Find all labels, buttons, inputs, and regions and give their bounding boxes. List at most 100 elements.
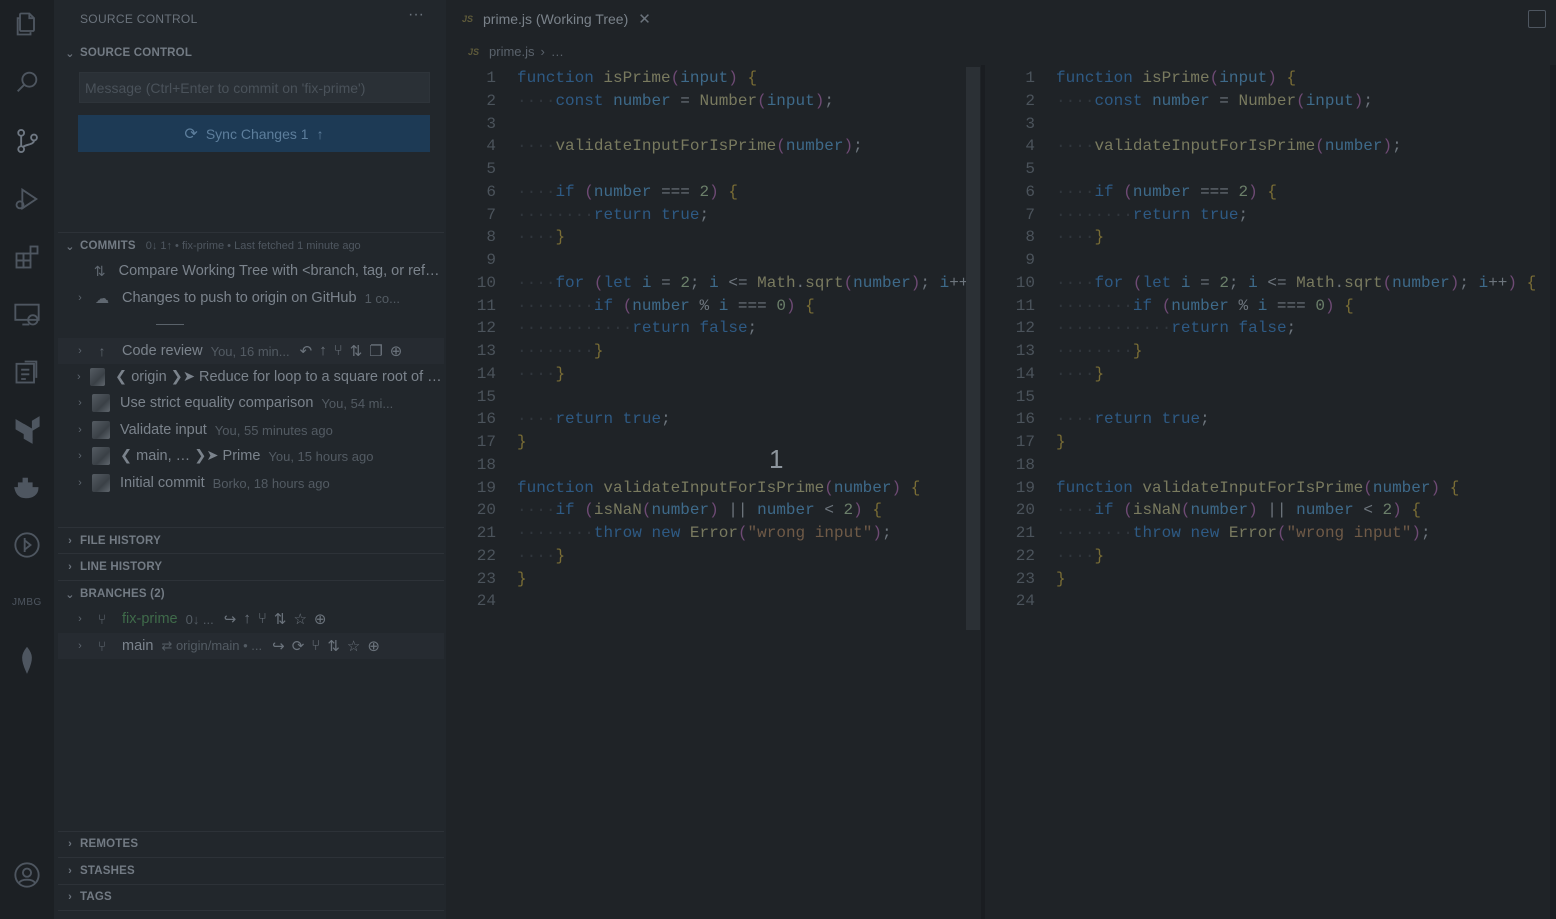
chevron-down-icon: ⌄: [65, 47, 75, 60]
accounts-icon[interactable]: [13, 861, 41, 889]
copy-icon[interactable]: ❐: [369, 342, 382, 360]
source-control-section-header[interactable]: ⌄ SOURCE CONTROL: [62, 42, 192, 64]
code-line: 2 ····const number = Number(input);: [985, 90, 1556, 113]
sync-changes-button[interactable]: ⟳ Sync Changes 1 ↑: [78, 115, 430, 152]
commits-section-header[interactable]: ⌄ COMMITS 0↓ 1↑ • fix-prime • Last fetch…: [62, 235, 360, 257]
row-label: Initial commit: [120, 475, 205, 491]
undo-icon[interactable]: ↶: [300, 342, 313, 360]
commit-row[interactable]: › ❮ origin ❯➤ Reduce for loop to a squar…: [58, 364, 444, 390]
commit-row[interactable]: › Initial commit Borko, 18 hours ago: [58, 470, 444, 496]
globe-icon[interactable]: ⊕: [314, 610, 327, 628]
line-number: 16: [1015, 410, 1035, 429]
line-number: 22: [476, 546, 496, 565]
code-line: 18: [446, 454, 981, 477]
compare-icon[interactable]: ⇅: [274, 610, 287, 628]
file-history-section-header[interactable]: › FILE HISTORY: [62, 530, 161, 552]
remotes-section-header[interactable]: › REMOTES: [62, 833, 138, 855]
code-line: 19 function validateInputForIsPrime(numbe…: [446, 477, 981, 500]
line-number: 7: [486, 205, 496, 224]
line-number: 4: [1025, 137, 1035, 156]
diff-modified-pane[interactable]: 1 function isPrime(input) {2 ····const num…: [985, 65, 1556, 919]
code-line: 10 ····for (let i = 2; i <= Math.sqrt(num…: [446, 272, 981, 295]
search-icon[interactable]: [13, 68, 41, 96]
compare-working-tree-row[interactable]: ⇅ Compare Working Tree with <branch, tag…: [58, 258, 444, 284]
explorer-icon[interactable]: [13, 10, 41, 38]
code-text: }: [1056, 569, 1066, 588]
compare-icon[interactable]: ⇅: [327, 637, 340, 655]
run-debug-icon[interactable]: [13, 185, 41, 213]
code-text: }: [517, 569, 527, 588]
branch-icon: ⑂: [97, 638, 107, 654]
more-actions-icon[interactable]: ···: [408, 6, 424, 24]
chevron-right-icon: ›: [68, 561, 72, 573]
commit-row[interactable]: › Validate input You, 55 minutes ago: [58, 417, 444, 443]
line-history-section-header[interactable]: › LINE HISTORY: [62, 556, 162, 578]
line-number: 23: [1015, 569, 1035, 588]
line-number: 9: [486, 251, 496, 269]
compare-icon[interactable]: ⇅: [350, 342, 363, 360]
branch-row-fix-prime[interactable]: › ⑂ fix-prime 0↓ ... ↪ ↑ ⑂ ⇅ ☆ ⊕: [58, 606, 444, 632]
code-line: 13 ········}: [985, 340, 1556, 363]
sync-icon[interactable]: ⟳: [292, 637, 305, 655]
star-icon[interactable]: ☆: [347, 637, 360, 655]
terraform-icon[interactable]: [13, 416, 41, 444]
section-divider: [58, 232, 444, 233]
code-text: ········}: [517, 342, 604, 360]
commit-row[interactable]: › ❮ main, … ❯➤ Prime You, 15 hours ago: [58, 443, 444, 469]
line-number: 3: [1025, 114, 1035, 133]
scrollbar[interactable]: [966, 67, 980, 630]
breadcrumb-more[interactable]: …: [551, 44, 564, 59]
row-desc: 1 co...: [364, 290, 400, 306]
tags-section-header[interactable]: › TAGS: [62, 886, 112, 908]
code-line: 13 ········}: [446, 340, 981, 363]
section-divider: [58, 527, 444, 528]
extensions-icon[interactable]: [13, 243, 41, 271]
pull-request-icon[interactable]: ⑂: [311, 637, 320, 655]
line-number: 15: [1015, 387, 1035, 406]
breadcrumb-file[interactable]: prime.js: [489, 44, 535, 59]
push-icon[interactable]: ↑: [243, 610, 251, 628]
tab-label: prime.js (Working Tree): [483, 11, 629, 27]
code-line: 17}: [985, 431, 1556, 454]
branch-row-main[interactable]: › ⑂ main ⇄ origin/main • ... ↪ ⟳ ⑂ ⇅ ☆ ⊕: [58, 633, 444, 659]
remote-explorer-icon[interactable]: [13, 300, 41, 328]
code-line: 2 ····const number = Number(input);: [446, 90, 981, 113]
line-number: 6: [1025, 182, 1035, 201]
line-number: 18: [1015, 455, 1035, 474]
diff-original-pane[interactable]: 1 function isPrime(input) {2 ····const num…: [446, 65, 981, 919]
avatar: [92, 421, 110, 439]
mongodb-icon[interactable]: [13, 646, 41, 674]
code-line: 3: [446, 113, 981, 136]
line-number: 1: [486, 69, 496, 87]
globe-icon[interactable]: ⊕: [367, 637, 380, 655]
code-line: 7 ········return true;: [446, 204, 981, 227]
code-text: ········throw new Error("wrong input");: [517, 524, 892, 542]
docker-icon[interactable]: [13, 474, 41, 502]
overview-ruler: [1550, 65, 1556, 919]
breadcrumb: JS prime.js › …: [468, 44, 564, 59]
changes-to-push-row[interactable]: › ☁ Changes to push to origin on GitHub …: [58, 285, 444, 311]
commit-row[interactable]: › ↑ Code review You, 16 min... ↶ ↑ ⑂ ⇅ ❐…: [58, 338, 444, 364]
close-icon[interactable]: ✕: [638, 10, 651, 28]
code-text: ····}: [1056, 546, 1105, 565]
code-line: 18: [985, 454, 1556, 477]
gitlens-icon[interactable]: [13, 531, 41, 559]
line-number: 8: [1025, 228, 1035, 247]
tab-prime-js-working-tree[interactable]: JS prime.js (Working Tree) ✕: [446, 0, 686, 38]
section-title: TAGS: [80, 891, 112, 903]
globe-icon[interactable]: ⊕: [390, 342, 403, 360]
switch-icon[interactable]: ↪: [224, 610, 237, 628]
commit-message-input[interactable]: [79, 72, 430, 103]
pull-request-icon[interactable]: ⑂: [258, 610, 267, 628]
commit-row[interactable]: › Use strict equality comparison You, 54…: [58, 390, 444, 416]
stashes-section-header[interactable]: › STASHES: [62, 860, 135, 882]
open-file-icon[interactable]: [1528, 10, 1546, 28]
pull-request-icon[interactable]: ⑂: [334, 342, 343, 360]
testing-icon[interactable]: [13, 358, 41, 386]
branches-section-header[interactable]: ⌄ BRANCHES (2): [62, 583, 165, 605]
jmbg-label[interactable]: JMBG: [12, 597, 42, 608]
push-icon[interactable]: ↑: [319, 342, 327, 360]
source-control-icon[interactable]: [13, 127, 41, 155]
star-icon[interactable]: ☆: [293, 610, 306, 628]
switch-icon[interactable]: ↪: [272, 637, 285, 655]
